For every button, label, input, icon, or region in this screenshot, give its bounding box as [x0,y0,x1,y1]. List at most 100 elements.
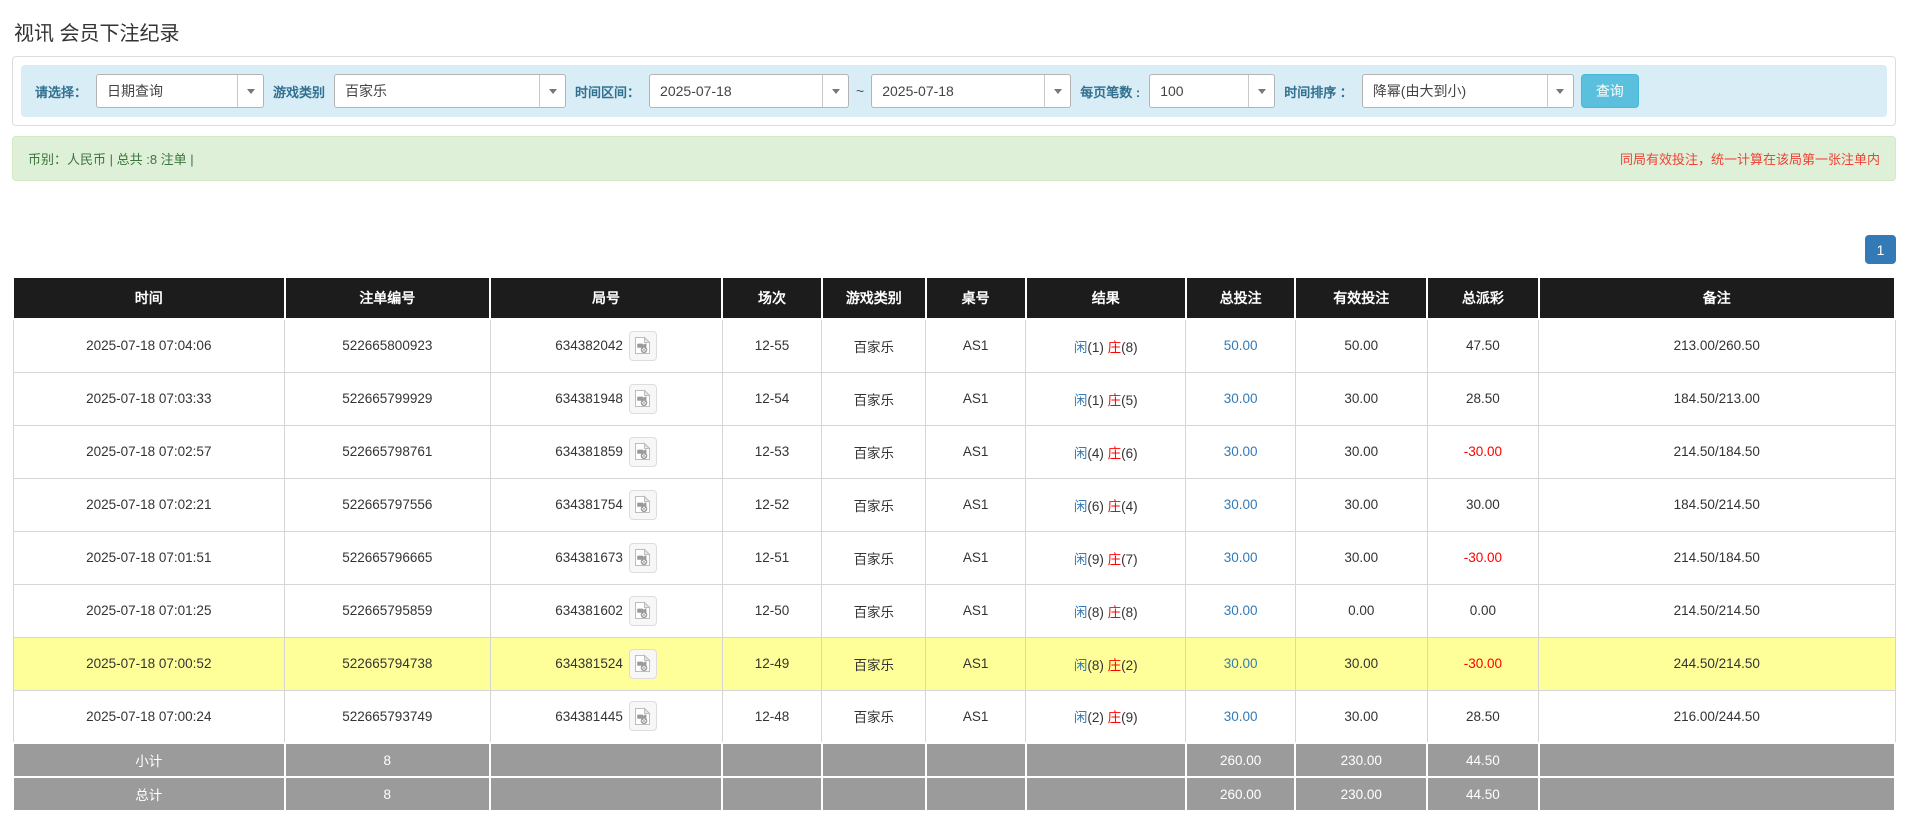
video-replay-button[interactable] [629,331,657,361]
round-number: 634381602 [555,603,623,618]
cell-payout: 28.50 [1427,372,1538,425]
cell-result: 闲(4) 庄(6) [1026,425,1186,478]
result-player-score: (6) [1087,499,1104,514]
total-bet-link[interactable]: 50.00 [1224,338,1258,353]
cell-time: 2025-07-18 07:01:51 [13,531,285,584]
column-header: 场次 [722,277,822,319]
video-replay-button[interactable] [629,384,657,414]
cell-remark: 214.50/214.50 [1539,584,1895,637]
column-header: 桌号 [926,277,1026,319]
summary-cell: 8 [285,743,491,777]
summary-cell [1539,777,1895,811]
cell-table-number: AS1 [926,531,1026,584]
result-banker-label: 庄 [1108,658,1122,673]
date-to-select[interactable]: 2025-07-18 [871,74,1071,108]
cell-result: 闲(1) 庄(5) [1026,372,1186,425]
query-mode-select[interactable]: 日期查询 [96,74,264,108]
round-number: 634382042 [555,338,623,353]
cell-time: 2025-07-18 07:00:52 [13,637,285,690]
chevron-down-icon [1547,75,1573,107]
filter-panel: 请选择： 日期查询 游戏类别 百家乐 时间区间： 2025-07-18 ~ 20… [12,56,1896,126]
sort-label: 时间排序 ： [1282,82,1355,101]
total-bet-link[interactable]: 30.00 [1224,497,1258,512]
cell-round-number: 634381673 [490,531,722,584]
video-replay-button[interactable] [629,596,657,626]
chevron-down-icon [1248,75,1274,107]
result-player-score: (8) [1087,658,1104,673]
chevron-down-icon [237,75,263,107]
cell-time: 2025-07-18 07:00:24 [13,690,285,743]
cell-time: 2025-07-18 07:04:06 [13,319,285,372]
cell-time: 2025-07-18 07:02:21 [13,478,285,531]
column-header: 时间 [13,277,285,319]
result-player-label: 闲 [1074,710,1088,725]
cell-payout: 28.50 [1427,690,1538,743]
video-replay-button[interactable] [629,437,657,467]
summary-cell [1026,743,1186,777]
table-row: 2025-07-18 07:03:33 522665799929 6343819… [13,372,1895,425]
result-player-label: 闲 [1074,605,1088,620]
cell-bet-number: 522665799929 [285,372,491,425]
total-bet-link[interactable]: 30.00 [1224,709,1258,724]
page-size-label: 每页笔数 : [1078,82,1142,101]
result-player-score: (2) [1087,710,1104,725]
result-banker-score: (2) [1121,658,1138,673]
page-size-value: 100 [1150,83,1193,99]
column-header: 局号 [490,277,722,319]
result-banker-score: (8) [1121,340,1138,355]
summary-cell [926,777,1026,811]
summary-cell [722,743,822,777]
cell-table-number: AS1 [926,478,1026,531]
range-separator: ~ [856,83,864,99]
search-button[interactable]: 查询 [1581,74,1639,108]
cell-remark: 216.00/244.50 [1539,690,1895,743]
total-bet-link[interactable]: 30.00 [1224,656,1258,671]
cell-session: 12-51 [722,531,822,584]
result-player-score: (1) [1087,393,1104,408]
result-banker-label: 庄 [1108,605,1122,620]
cell-round-number: 634381602 [490,584,722,637]
cell-total-bet: 30.00 [1186,637,1295,690]
cell-remark: 184.50/214.50 [1539,478,1895,531]
cell-session: 12-49 [722,637,822,690]
cell-session: 12-54 [722,372,822,425]
notice-text: 同局有效投注，统一计算在该局第一张注单内 [1620,149,1880,168]
chevron-down-icon [539,75,565,107]
filter-bar: 请选择： 日期查询 游戏类别 百家乐 时间区间： 2025-07-18 ~ 20… [21,65,1887,117]
cell-session: 12-50 [722,584,822,637]
page-1-button[interactable]: 1 [1865,235,1896,264]
summary-cell [490,777,722,811]
cell-table-number: AS1 [926,637,1026,690]
total-bet-link[interactable]: 30.00 [1224,603,1258,618]
result-banker-label: 庄 [1108,710,1122,725]
date-from-value: 2025-07-18 [650,83,742,99]
game-type-select[interactable]: 百家乐 [334,74,566,108]
result-player-label: 闲 [1074,499,1088,514]
cell-bet-number: 522665797556 [285,478,491,531]
cell-remark: 213.00/260.50 [1539,319,1895,372]
table-row: 2025-07-18 07:02:57 522665798761 6343818… [13,425,1895,478]
table-row: 2025-07-18 07:02:21 522665797556 6343817… [13,478,1895,531]
cell-total-bet: 30.00 [1186,690,1295,743]
total-bet-link[interactable]: 30.00 [1224,444,1258,459]
cell-bet-number: 522665794738 [285,637,491,690]
cell-payout: -30.00 [1427,637,1538,690]
date-from-select[interactable]: 2025-07-18 [649,74,849,108]
video-replay-button[interactable] [629,490,657,520]
cell-total-bet: 30.00 [1186,531,1295,584]
cell-bet-number: 522665795859 [285,584,491,637]
cell-session: 12-52 [722,478,822,531]
total-bet-link[interactable]: 30.00 [1224,391,1258,406]
total-bet-link[interactable]: 30.00 [1224,550,1258,565]
game-type-label: 游戏类别 [271,82,327,101]
video-replay-button[interactable] [629,543,657,573]
cell-game-type: 百家乐 [822,690,926,743]
cell-total-bet: 30.00 [1186,425,1295,478]
video-file-icon [634,389,651,408]
video-replay-button[interactable] [629,701,657,731]
page-size-select[interactable]: 100 [1149,74,1275,108]
column-header: 总投注 [1186,277,1295,319]
summary-cell: 260.00 [1186,777,1295,811]
video-replay-button[interactable] [629,649,657,679]
sort-select[interactable]: 降幂(由大到小) [1362,74,1574,108]
